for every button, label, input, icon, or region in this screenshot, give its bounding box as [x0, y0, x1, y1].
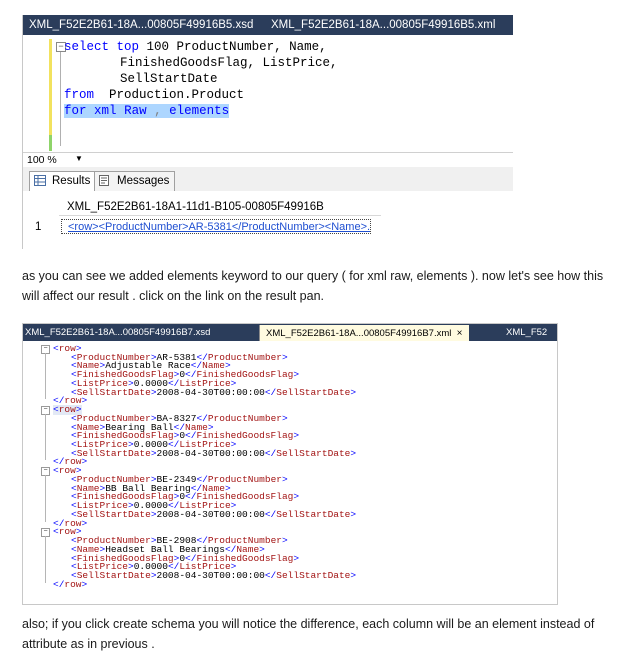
results-grid: XML_F52E2B61-18A1-11d1-B105-00805F49916B… [23, 191, 513, 249]
query-editor-screenshot: XML_F52E2B61-18A...00805F49916B5.xsd XML… [22, 15, 513, 249]
code-comma: , [146, 104, 162, 118]
code-text: FinishedGoodsFlag, ListPrice, [120, 56, 338, 70]
zoom-level[interactable]: 100 % [27, 154, 57, 166]
messages-icon [99, 175, 109, 186]
tab-xsd-document[interactable]: XML_F52E2B61-18A...00805F49916B5.xsd [29, 15, 253, 35]
tab-xml-document-2[interactable]: XML_F52 [506, 324, 547, 341]
code-line-5: for xml Raw , elements [64, 103, 230, 119]
keyword-elements: elements [169, 104, 230, 118]
keyword-from: from [64, 88, 95, 102]
keyword-for: for [64, 104, 87, 118]
tab-messages-label: Messages [117, 175, 170, 187]
tab-results[interactable]: Results [29, 171, 97, 192]
code-text: SellStartDate [120, 72, 218, 86]
outline-guide [60, 52, 61, 146]
xml-viewer-screenshot: XML_F52E2B61-18A...00805F49916B7.xsd XML… [22, 323, 558, 605]
zoom-dropdown-icon[interactable]: ▼ [75, 154, 83, 163]
keyword-top: top [116, 40, 140, 54]
xml-element-sellstartdate: <SellStartDate>2008-04-30T00:00:00</Sell… [71, 386, 357, 398]
code-line-1: select top 100 ProductNumber, Name, [64, 39, 327, 55]
code-text: 100 ProductNumber, Name, [139, 40, 327, 54]
code-line-2: FinishedGoodsFlag, ListPrice, [120, 55, 338, 71]
tab-xml-document[interactable]: XML_F52E2B61-18A...00805F49916B5.xml [271, 15, 495, 35]
tab-results-label: Results [52, 175, 91, 187]
xml-element-sellstartdate: <SellStartDate>2008-04-30T00:00:00</Sell… [71, 569, 357, 581]
tab-xml-document-active[interactable]: XML_F52E2B61-18A...00805F49916B7.xml × [259, 325, 469, 341]
close-icon[interactable]: × [457, 328, 463, 339]
xml-element-sellstartdate: <SellStartDate>2008-04-30T00:00:00</Sell… [71, 447, 357, 459]
outline-guide [45, 353, 46, 400]
explanation-paragraph: as you can see we added elements keyword… [22, 269, 604, 303]
tab-xsd-document[interactable]: XML_F52E2B61-18A...00805F49916B7.xsd [25, 324, 210, 341]
xml-content[interactable]: − <row> <ProductNumber>AR-5381</ProductNum… [23, 341, 557, 604]
code-line-4: from Production.Product [64, 87, 244, 103]
sql-editor[interactable]: − select top 100 ProductNumber, Name, Fi… [23, 35, 513, 153]
xml-row-close-tag: </row> [53, 578, 88, 590]
code-line-3: SellStartDate [120, 71, 218, 87]
outline-guide [45, 414, 46, 461]
keyword-xml: xml [94, 104, 117, 118]
grid-column-header[interactable]: XML_F52E2B61-18A1-11d1-B105-00805F49916B [59, 199, 381, 216]
keyword-raw: Raw [124, 104, 147, 118]
grid-icon [34, 175, 46, 186]
tab-messages[interactable]: Messages [94, 171, 176, 192]
tab-label: XML_F52E2B61-18A...00805F49916B7.xml [266, 328, 452, 339]
outline-guide [45, 475, 46, 522]
xml-element-sellstartdate: <SellStartDate>2008-04-30T00:00:00</Sell… [71, 508, 357, 520]
keyword-select: select [64, 40, 110, 54]
editor-status-bar: 100 % ▼ [23, 152, 513, 167]
grid-row-number[interactable]: 1 [23, 219, 59, 235]
saved-change-marker [49, 135, 52, 151]
change-marker [49, 39, 52, 135]
results-tab-strip: Results Messages [23, 167, 513, 192]
closing-paragraph: also; if you click create schema you wil… [22, 617, 595, 651]
xml-document-tab-strip: XML_F52E2B61-18A...00805F49916B7.xsd XML… [23, 324, 557, 341]
outline-guide [45, 536, 46, 583]
document-tab-strip: XML_F52E2B61-18A...00805F49916B5.xsd XML… [23, 15, 513, 35]
xml-result-link[interactable]: <row><ProductNumber>AR-5381</ProductNumb… [61, 219, 371, 234]
code-text: Production.Product [94, 88, 245, 102]
